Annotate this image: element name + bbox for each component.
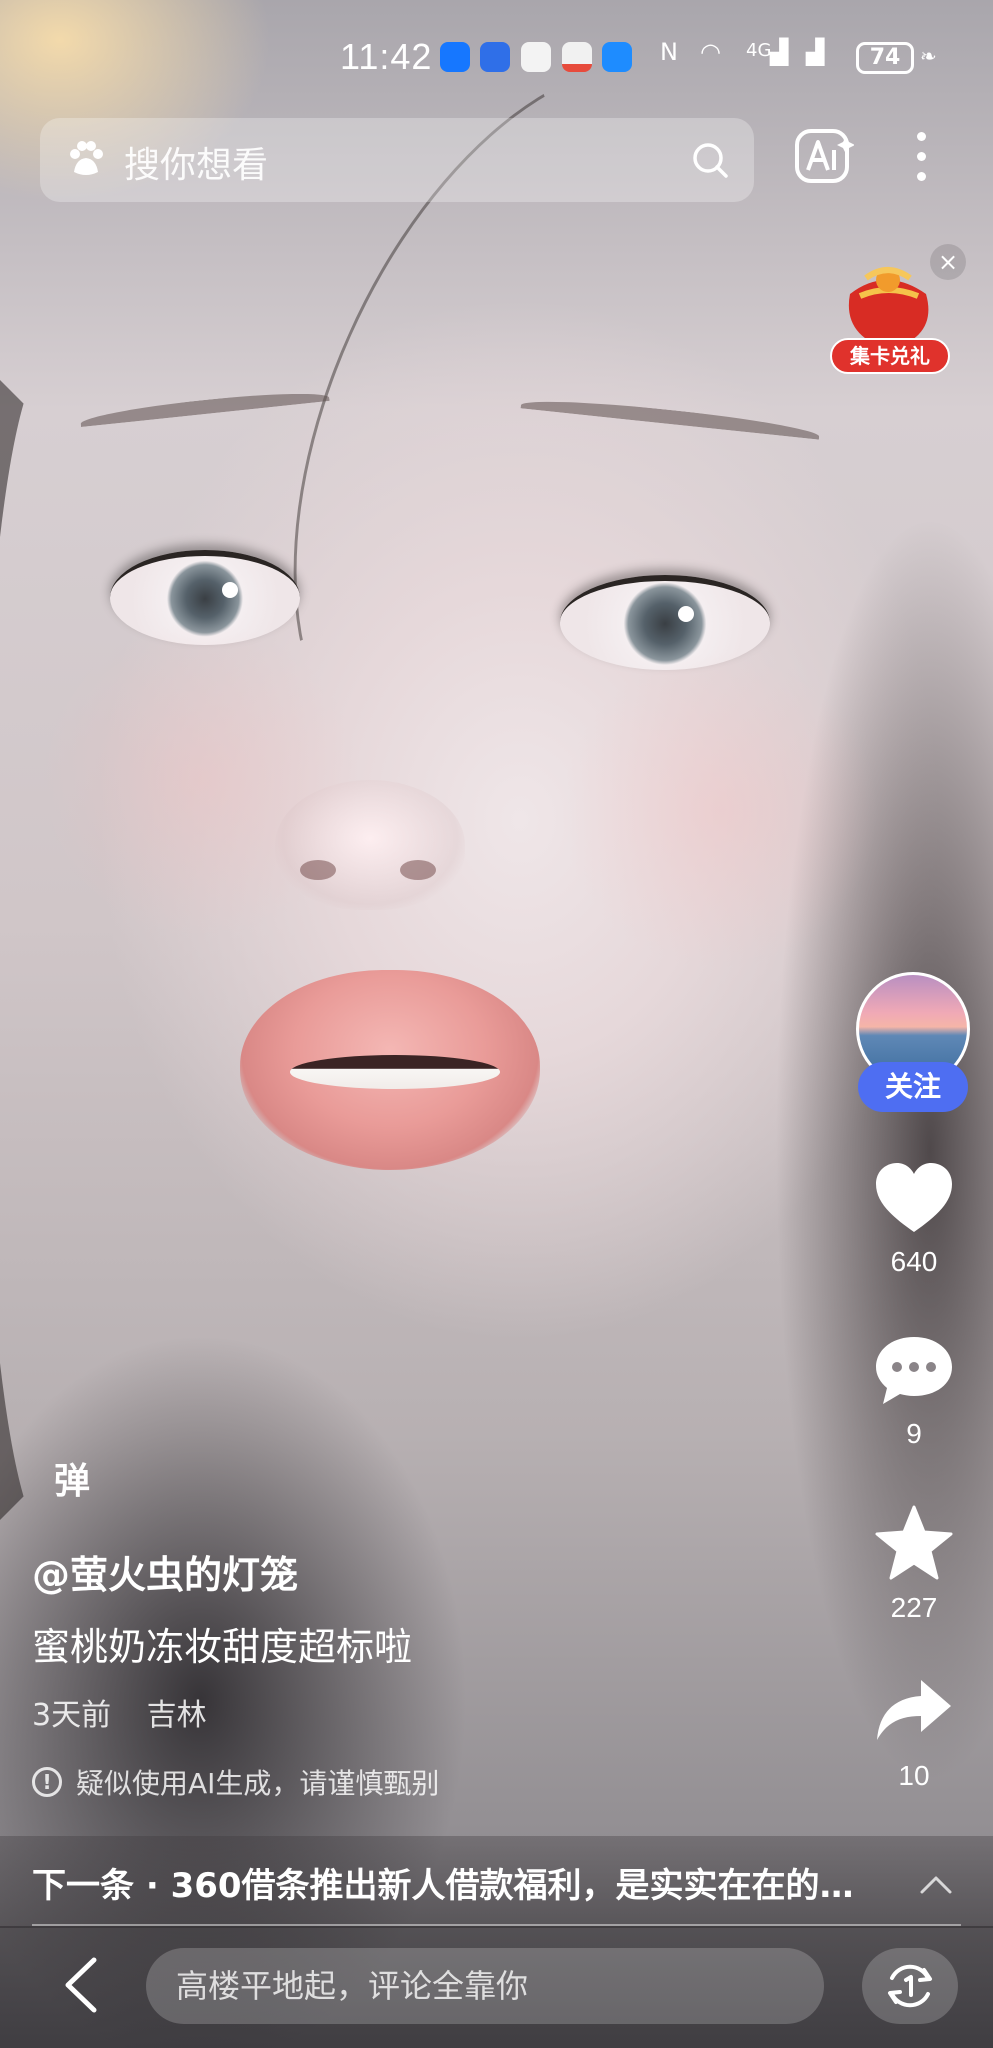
signal-icon: ▟ [770, 38, 789, 66]
heart-icon [876, 1163, 952, 1232]
app-notification-icon [480, 42, 510, 72]
like-button[interactable]: 640 [862, 1160, 966, 1278]
warning-icon: ! [32, 1767, 62, 1797]
favorite-count: 227 [890, 1592, 938, 1623]
back-icon[interactable] [56, 1954, 106, 2016]
post-meta: 3天前 吉林 [32, 1690, 233, 1734]
status-bar: 11:42 N ◠ 4G ▟ ▟ 74 ❧ [0, 0, 993, 118]
post-time: 3天前 [32, 1698, 112, 1733]
chevron-up-icon[interactable] [918, 1866, 954, 1902]
replay-button[interactable] [862, 1948, 958, 2024]
next-video-title[interactable]: 下一条 · 360借条推出新人借款福利，是实实在在的福利 [32, 1858, 862, 1907]
eye-highlight [678, 606, 694, 622]
share-icon [877, 1680, 951, 1740]
ai-notice-text: 疑似使用AI生成，请谨慎甄别 [76, 1767, 440, 1800]
app-notification-icon [521, 42, 551, 72]
nostril [300, 860, 336, 880]
replay-icon [888, 1964, 932, 2008]
mouth [290, 1055, 500, 1089]
follow-button[interactable]: 关注 [858, 1062, 968, 1112]
nose [275, 780, 465, 910]
mail-notification-icon [562, 42, 592, 72]
video-screen[interactable]: 11:42 N ◠ 4G ▟ ▟ 74 ❧ 搜你想看 × 集卡兑礼 关注 640… [0, 0, 993, 2048]
network-label: 4G [746, 40, 772, 61]
danmu-toggle[interactable]: 弹 [54, 1452, 90, 1504]
promo-label[interactable]: 集卡兑礼 [830, 338, 950, 374]
leaf-icon: ❧ [920, 44, 937, 68]
status-time: 11:42 [340, 36, 433, 77]
post-location: 吉林 [146, 1698, 207, 1733]
star-icon [875, 1505, 953, 1580]
comment-count: 9 [906, 1418, 922, 1449]
search-bar[interactable]: 搜你想看 [40, 118, 754, 202]
author-name[interactable]: @萤火虫的灯笼 [32, 1544, 298, 1599]
bottom-bar: 高楼平地起，评论全靠你 [0, 1926, 993, 2048]
next-video-bar[interactable]: 下一条 · 360借条推出新人借款福利，是实实在在的福利 [0, 1836, 993, 1928]
search-icon[interactable] [690, 140, 730, 180]
search-input[interactable]: 搜你想看 [124, 136, 268, 188]
battery-indicator: 74 [856, 42, 914, 74]
ai-generated-notice: ! 疑似使用AI生成，请谨慎甄别 [32, 1762, 439, 1802]
like-count: 640 [890, 1246, 938, 1277]
eye-highlight [222, 582, 238, 598]
signal-icon-2: ▟ [806, 38, 825, 66]
comment-button[interactable]: 9 [862, 1334, 966, 1450]
comment-icon [876, 1337, 952, 1404]
hair-left [0, 300, 180, 1600]
nfc-icon: N [660, 38, 678, 66]
more-icon[interactable] [906, 126, 936, 188]
ai-icon[interactable] [794, 128, 854, 184]
comment-input[interactable]: 高楼平地起，评论全靠你 [146, 1948, 824, 2024]
app-notification-icon [602, 42, 632, 72]
alipay-icon [440, 42, 470, 72]
favorite-button[interactable]: 227 [862, 1504, 966, 1624]
baidu-paw-icon [70, 141, 103, 175]
post-caption: 蜜桃奶冻妆甜度超标啦 [32, 1625, 413, 1669]
nostril [400, 860, 436, 880]
right-cheek [560, 650, 880, 970]
share-count: 10 [898, 1760, 930, 1791]
wifi-icon: ◠ [700, 38, 721, 66]
share-button[interactable]: 10 [862, 1676, 966, 1792]
